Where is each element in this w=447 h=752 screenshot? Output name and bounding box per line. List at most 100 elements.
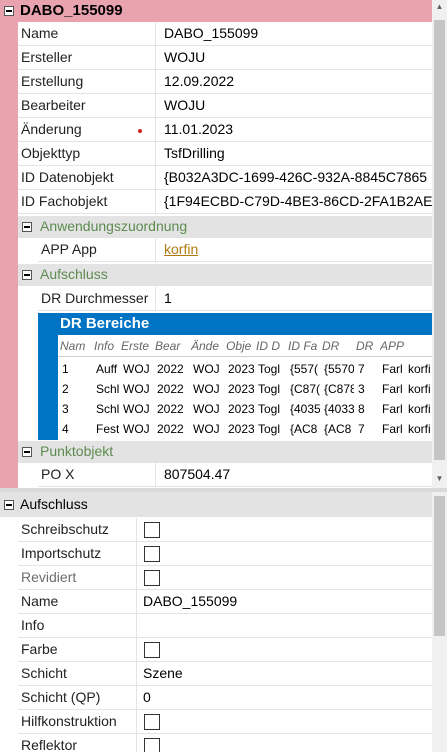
table-cell[interactable]: 2022: [157, 399, 189, 419]
table-cell[interactable]: 3: [62, 399, 92, 419]
property-value[interactable]: TsfDrilling: [164, 145, 432, 161]
table-cell[interactable]: WOJ: [123, 379, 153, 399]
object-header[interactable]: DABO_155099: [0, 0, 432, 22]
table-cell[interactable]: Fest: [96, 419, 119, 439]
table-cell[interactable]: Farl: [382, 359, 404, 379]
scroll-up-icon[interactable]: ▲: [432, 2, 447, 11]
table-cell[interactable]: 4: [62, 419, 92, 439]
property-value[interactable]: Szene: [143, 665, 428, 681]
column-header[interactable]: Nam: [60, 336, 92, 356]
table-cell[interactable]: 7: [358, 419, 378, 439]
checkbox[interactable]: [144, 714, 160, 730]
property-row-schicht-qp-[interactable]: Schicht (QP) 0: [18, 686, 432, 710]
property-row-aenderung[interactable]: Änderung 11.01.2023: [18, 118, 432, 142]
scrollbar-thumb[interactable]: [434, 496, 445, 636]
table-cell[interactable]: korfi: [408, 399, 432, 419]
table-cell[interactable]: Togl: [258, 379, 286, 399]
property-row-schicht[interactable]: Schicht Szene: [18, 662, 432, 686]
property-value[interactable]: DABO_155099: [143, 593, 428, 609]
checkbox[interactable]: [144, 738, 160, 752]
property-row-schreibschutz[interactable]: Schreibschutz: [18, 518, 432, 542]
table-cell[interactable]: 2022: [157, 419, 189, 439]
table-cell[interactable]: WOJ: [193, 379, 224, 399]
section-punktobjekt[interactable]: Punktobjekt: [18, 441, 432, 463]
property-row-id-datenobjekt[interactable]: ID Datenobjekt {B032A3DC-1699-426C-932A-…: [18, 166, 432, 190]
collapse-icon[interactable]: [4, 6, 14, 16]
table-cell[interactable]: 3: [358, 379, 378, 399]
table-cell[interactable]: 1: [62, 359, 92, 379]
table-cell[interactable]: 2023: [228, 359, 254, 379]
property-row-objekttyp[interactable]: Objekttyp TsfDrilling: [18, 142, 432, 166]
table-cell[interactable]: Togl: [258, 419, 286, 439]
table-cell[interactable]: WOJ: [123, 359, 153, 379]
property-value[interactable]: 11.01.2023: [164, 121, 432, 137]
table-cell[interactable]: 2: [62, 379, 92, 399]
property-row-name[interactable]: Name DABO_155099: [18, 590, 432, 614]
column-header[interactable]: ID Fa: [288, 336, 320, 356]
property-row-farbe[interactable]: Farbe: [18, 638, 432, 662]
property-value[interactable]: 1: [164, 290, 172, 306]
table-cell[interactable]: {5570: [324, 359, 354, 379]
property-row-id-fachobjekt[interactable]: ID Fachobjekt {1F94ECBD-C79D-4BE3-86CD-2…: [18, 190, 432, 214]
property-value[interactable]: WOJU: [164, 97, 432, 113]
column-header[interactable]: Ände: [191, 336, 224, 356]
column-header[interactable]: APP: [380, 336, 404, 356]
table-cell[interactable]: WOJ: [193, 359, 224, 379]
collapse-icon[interactable]: [22, 270, 32, 280]
property-value[interactable]: {1F94ECBD-C79D-4BE3-86CD-2FA1B2AE: [164, 193, 432, 209]
table-cell[interactable]: 2023: [228, 419, 254, 439]
table-cell[interactable]: {4033: [324, 399, 354, 419]
property-row-info[interactable]: Info: [18, 614, 432, 638]
column-header[interactable]: Info: [94, 336, 119, 356]
checkbox[interactable]: [144, 642, 160, 658]
property-row-ersteller[interactable]: Ersteller WOJU: [18, 46, 432, 70]
table-cell[interactable]: {4035: [290, 399, 320, 419]
table-cell[interactable]: korfi: [408, 359, 432, 379]
table-grid[interactable]: Nam Info Erste Bear Ände Obje ID D ID Fa DR DR APP…: [58, 335, 432, 440]
table-cell[interactable]: 2023: [228, 379, 254, 399]
property-row-reflektor[interactable]: Reflektor: [18, 734, 432, 752]
table-cell[interactable]: Togl: [258, 359, 286, 379]
table-cell[interactable]: Togl: [258, 399, 286, 419]
column-header[interactable]: DR: [356, 336, 378, 356]
property-row-dr-durchmesser[interactable]: DR Durchmesser 1: [38, 287, 432, 311]
table-cell[interactable]: 2022: [157, 359, 189, 379]
table-cell[interactable]: Farl: [382, 419, 404, 439]
table-cell[interactable]: {AC8: [290, 419, 320, 439]
app-link[interactable]: korfin: [164, 241, 198, 257]
table-cell[interactable]: WOJ: [123, 399, 153, 419]
vertical-scrollbar[interactable]: [432, 492, 447, 752]
property-value[interactable]: 0: [143, 689, 428, 705]
section-aufschluss[interactable]: Aufschluss: [18, 264, 432, 286]
property-value[interactable]: DABO_155099: [164, 25, 432, 41]
table-cell[interactable]: Farl: [382, 399, 404, 419]
panel-header[interactable]: Aufschluss: [0, 492, 432, 517]
collapse-icon[interactable]: [22, 447, 32, 457]
column-header[interactable]: ID D: [256, 336, 286, 356]
property-row-name[interactable]: Name DABO_155099: [18, 22, 432, 46]
property-row-po-x[interactable]: PO X 807504.47: [38, 463, 432, 487]
property-row-importschutz[interactable]: Importschutz: [18, 542, 432, 566]
property-row-bearbeiter[interactable]: Bearbeiter WOJU: [18, 94, 432, 118]
property-row-erstellung[interactable]: Erstellung 12.09.2022: [18, 70, 432, 94]
vertical-scrollbar[interactable]: ▲ ▼: [432, 0, 447, 488]
table-cell[interactable]: {AC8: [324, 419, 354, 439]
column-header[interactable]: Erste: [121, 336, 153, 356]
property-value[interactable]: 12.09.2022: [164, 73, 432, 89]
table-cell[interactable]: 2022: [157, 379, 189, 399]
section-anwendungszuordnung[interactable]: Anwendungszuordnung: [18, 216, 432, 238]
property-row-revidiert[interactable]: Revidiert: [18, 566, 432, 590]
table-cell[interactable]: {C87(: [290, 379, 320, 399]
table-cell[interactable]: 8: [358, 399, 378, 419]
table-cell[interactable]: WOJ: [193, 419, 224, 439]
table-cell[interactable]: 2023: [228, 399, 254, 419]
table-cell[interactable]: WOJ: [193, 399, 224, 419]
scroll-down-icon[interactable]: ▼: [432, 474, 447, 483]
table-cell[interactable]: {557(: [290, 359, 320, 379]
table-cell[interactable]: 7: [358, 359, 378, 379]
table-cell[interactable]: Schl: [96, 399, 119, 419]
property-value[interactable]: {B032A3DC-1699-426C-932A-8845C7865: [164, 169, 432, 185]
table-cell[interactable]: Farl: [382, 379, 404, 399]
column-header[interactable]: DR: [322, 336, 354, 356]
scrollbar-thumb[interactable]: [434, 20, 445, 460]
